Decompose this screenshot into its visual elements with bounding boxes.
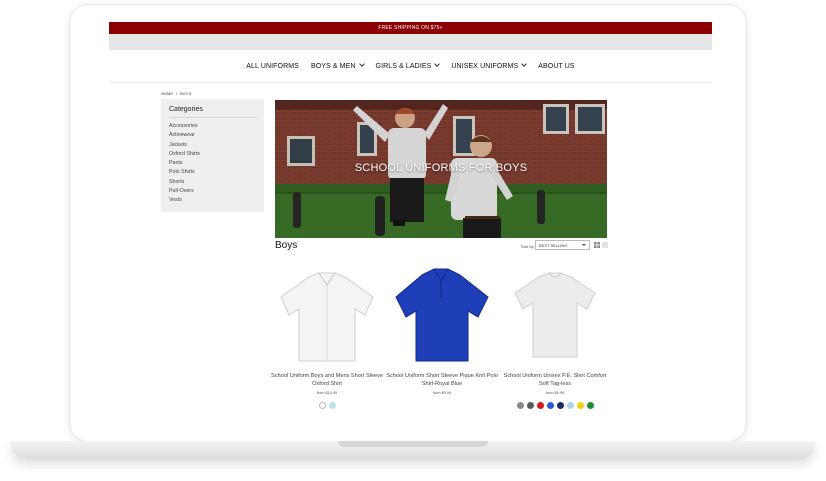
color-swatch[interactable] <box>556 402 564 409</box>
main-nav: ALL UNIFORMS BOYS & MEN GIRLS & LADIES U… <box>109 50 712 83</box>
nav-about-us[interactable]: ABOUT US <box>538 63 574 70</box>
color-swatch[interactable] <box>328 402 336 409</box>
category-polo-shirts[interactable]: Polo Shirts <box>169 168 200 177</box>
product-image[interactable] <box>499 267 611 365</box>
sort-value: BEST SELLING <box>539 243 568 248</box>
nav-label: ABOUT US <box>538 62 575 70</box>
breadcrumb-current: BOYS <box>180 91 192 96</box>
category-accessories[interactable]: Accessories <box>169 122 200 131</box>
breadcrumb-separator: / <box>176 91 178 96</box>
product-name[interactable]: School Uniform Unisex P.E. Shirt Comfort… <box>499 373 611 388</box>
grid-view-icon[interactable] <box>594 242 600 248</box>
nav-label: ALL UNIFORMS <box>246 62 299 70</box>
color-swatch[interactable] <box>536 402 544 409</box>
category-shorts[interactable]: Shorts <box>169 178 200 187</box>
browser-viewport: FREE SHIPPING ON $75+ ALL UNIFORMS BOYS … <box>109 22 712 416</box>
color-swatch[interactable] <box>546 402 554 409</box>
nav-label: GIRLS & LADIES <box>375 62 432 70</box>
chevron-down-icon <box>358 60 365 67</box>
product-name[interactable]: School Uniform Short Sleeve Pique Knit P… <box>386 373 498 388</box>
promo-text: FREE SHIPPING ON $75+ <box>378 25 443 31</box>
color-swatches <box>271 402 383 409</box>
color-swatch[interactable] <box>318 402 326 409</box>
product-price: from $14.99 <box>316 391 338 395</box>
sort-select[interactable]: BEST SELLING <box>535 240 590 250</box>
sidebar-title: Categories <box>169 106 203 113</box>
chevron-down-icon <box>521 60 528 67</box>
category-list: Accessories Activewear Jackets Oxford Sh… <box>169 122 200 206</box>
product-name[interactable]: School Uniform Boys and Mens Short Sleev… <box>271 373 383 388</box>
chevron-down-icon <box>434 60 441 67</box>
sort-label: Sort by <box>521 244 534 249</box>
nav-label: BOYS & MEN <box>310 62 356 70</box>
category-activewear[interactable]: Activewear <box>169 131 200 140</box>
category-sidebar: Categories Accessories Activewear Jacket… <box>161 99 264 212</box>
category-oxford-shirts[interactable]: Oxford Shirts <box>169 150 200 159</box>
list-view-icon[interactable] <box>602 242 608 248</box>
promo-bar: FREE SHIPPING ON $75+ <box>109 22 712 34</box>
color-swatch[interactable] <box>586 402 594 409</box>
product-price: from $5.99 <box>545 391 565 395</box>
nav-all-uniforms[interactable]: ALL UNIFORMS <box>246 63 299 70</box>
sidebar-divider <box>169 117 257 118</box>
header-band <box>109 34 712 50</box>
color-swatch[interactable] <box>566 402 574 409</box>
category-vests[interactable]: Vests <box>169 196 200 205</box>
nav-unisex-uniforms[interactable]: UNISEX UNIFORMS <box>451 60 528 70</box>
category-pull-overs[interactable]: Pull-Overs <box>169 187 200 196</box>
color-swatches <box>499 402 611 409</box>
nav-girls-ladies[interactable]: GIRLS & LADIES <box>375 60 441 70</box>
nav-label: UNISEX UNIFORMS <box>451 62 519 70</box>
category-jackets[interactable]: Jackets <box>169 141 200 150</box>
page-title: Boys <box>275 240 298 251</box>
laptop-notch <box>338 441 488 447</box>
breadcrumb-home[interactable]: HOME <box>161 91 173 96</box>
breadcrumb: HOME / BOYS <box>161 91 194 96</box>
product-image[interactable] <box>386 267 498 365</box>
color-swatch[interactable] <box>576 402 584 409</box>
nav-boys-men[interactable]: BOYS & MEN <box>310 60 365 70</box>
category-pants[interactable]: Pants <box>169 159 200 168</box>
hero-title: SCHOOL UNIFORMS FOR BOYS <box>354 162 528 174</box>
product-image[interactable] <box>271 267 383 365</box>
color-swatch[interactable] <box>526 402 534 409</box>
caret-down-icon <box>582 244 586 246</box>
product-price: from $9.99 <box>432 391 452 395</box>
color-swatch[interactable] <box>516 402 524 409</box>
hero-banner: SCHOOL UNIFORMS FOR BOYS <box>275 100 607 238</box>
